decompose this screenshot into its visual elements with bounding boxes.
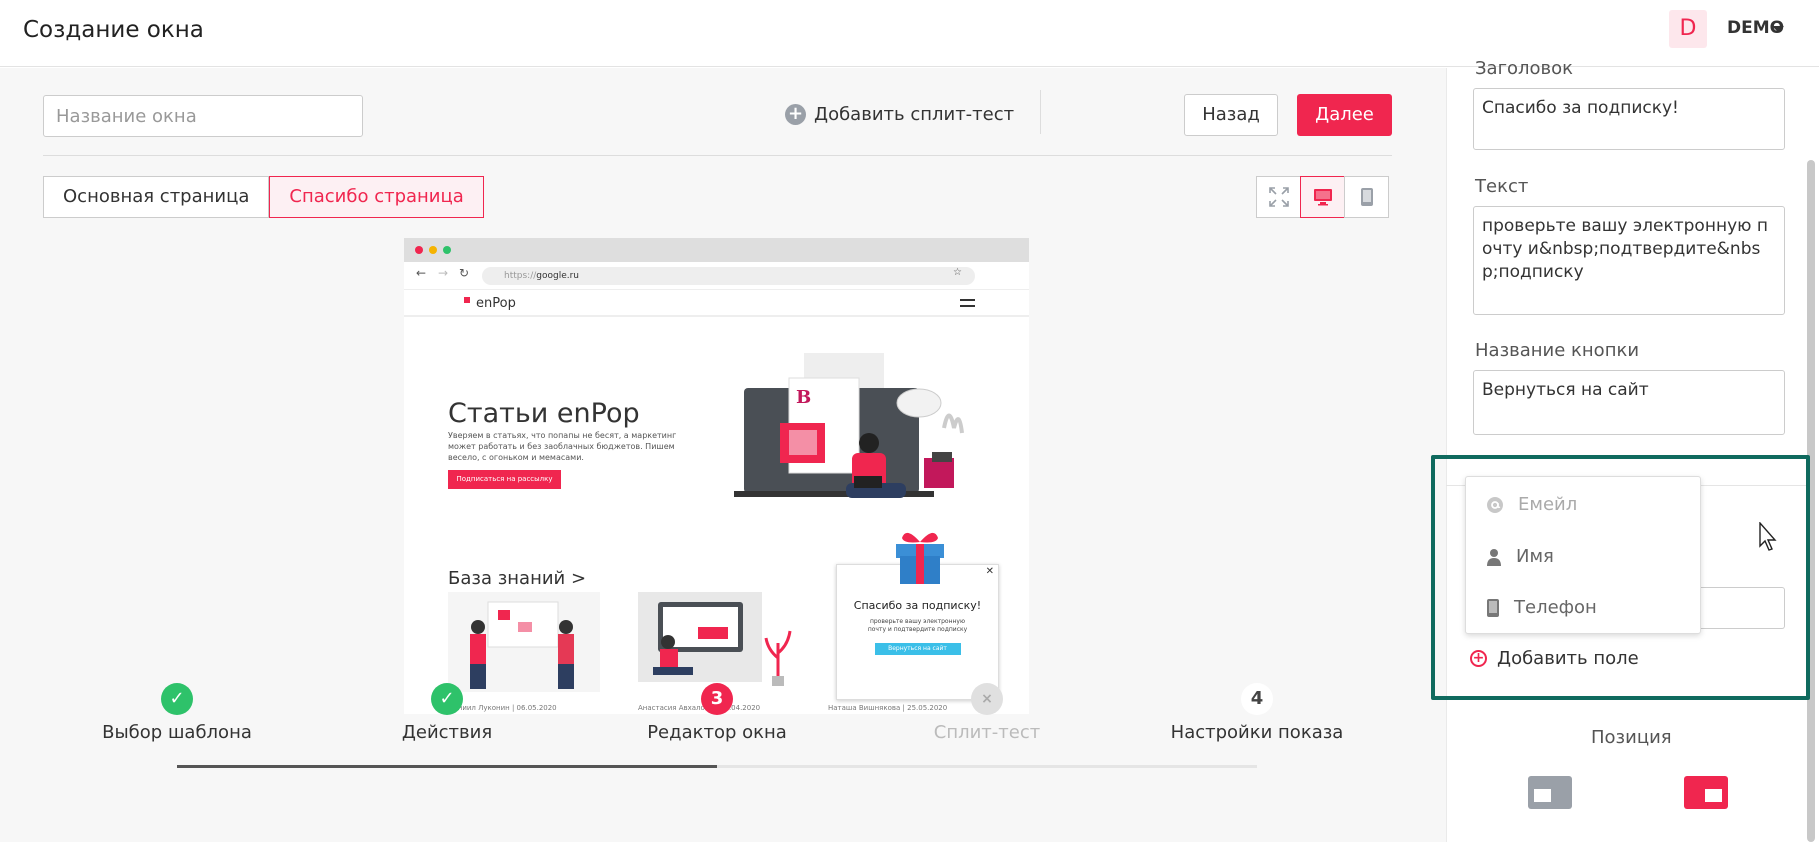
browser-address-bar: ← → ↻ https://google.ru ☆ xyxy=(404,262,1029,290)
laptop-illustration: B xyxy=(734,353,964,498)
plant-illustration xyxy=(764,630,792,686)
step-5-number: 4 xyxy=(1241,683,1273,715)
add-field-button[interactable]: + Добавить поле xyxy=(1470,648,1639,669)
phone-icon xyxy=(1487,598,1499,617)
add-field-label: Добавить поле xyxy=(1497,648,1639,669)
step-1-label[interactable]: Выбор шаблона xyxy=(102,722,252,743)
browser-chrome xyxy=(404,238,1029,262)
arrow-left-icon: ← xyxy=(416,266,427,280)
step-1-done-icon: ✓ xyxy=(161,683,193,715)
url-prefix: https:// xyxy=(504,271,537,281)
position-label: Позиция xyxy=(1591,727,1672,748)
tab-main-page[interactable]: Основная страница xyxy=(43,176,270,218)
popup-text: проверьте вашу электронную почту и подтв… xyxy=(867,618,968,633)
plus-circle-icon: + xyxy=(1470,650,1487,667)
close-icon[interactable]: ✕ xyxy=(986,566,994,577)
knowledge-base-title: База знаний > xyxy=(448,568,587,589)
plus-icon: + xyxy=(785,104,806,125)
dropdown-item-label: Емейл xyxy=(1518,494,1578,515)
button-name-label: Название кнопки xyxy=(1475,340,1640,361)
popup-button: Вернуться на сайт xyxy=(874,643,961,655)
person-icon xyxy=(1487,548,1501,566)
step-2-done-icon: ✓ xyxy=(431,683,463,715)
avatar[interactable]: D xyxy=(1669,10,1707,48)
hero-description: Уверяем в статьях, что попапы не бесят, … xyxy=(448,431,677,462)
mouse-cursor-icon xyxy=(1759,522,1777,551)
step-3-number: 3 xyxy=(701,683,733,715)
divider xyxy=(43,155,1392,156)
step-2-label[interactable]: Действия xyxy=(402,722,492,743)
card-meta: Анастасия Авхалова | 07.04.2020 xyxy=(638,704,761,712)
heading-label: Заголовок xyxy=(1475,58,1574,79)
dropdown-item-label: Телефон xyxy=(1514,597,1597,618)
position-right-button[interactable] xyxy=(1684,776,1728,809)
position-right-icon xyxy=(1705,789,1722,802)
card-image xyxy=(638,592,762,682)
dropdown-item-phone[interactable]: Телефон xyxy=(1486,597,1597,618)
back-button[interactable]: Назад xyxy=(1184,94,1278,136)
fullscreen-icon xyxy=(1268,187,1289,207)
dropdown-item-label: Имя xyxy=(1516,546,1554,567)
popup-title: Спасибо за подписку! xyxy=(853,599,982,612)
step-4-disabled-icon: × xyxy=(971,683,1003,715)
heading-input[interactable]: Спасибо за подписку! xyxy=(1473,88,1785,150)
step-3-label[interactable]: Редактор окна xyxy=(647,722,787,743)
desktop-view-button[interactable] xyxy=(1300,176,1345,218)
text-input[interactable]: проверьте вашу электронную почту и&nbsp;… xyxy=(1473,206,1785,315)
menu-icon xyxy=(960,299,975,307)
hero-button: Подписаться на рассылку xyxy=(448,470,561,489)
steps-progress-done xyxy=(177,765,717,768)
chevron-down-icon[interactable] xyxy=(1772,26,1784,32)
window-preview: ← → ↻ https://google.ru ☆ enPop Статьи e… xyxy=(404,238,1029,714)
dot-icon xyxy=(443,246,451,254)
preview-url: https://google.ru xyxy=(482,267,975,285)
mobile-icon xyxy=(1360,188,1373,206)
arrow-right-icon: → xyxy=(438,266,449,280)
window-name-input[interactable] xyxy=(43,95,363,137)
fullscreen-button[interactable] xyxy=(1256,176,1301,218)
tab-thanks-page[interactable]: Спасибо страница xyxy=(269,176,484,218)
add-split-test-button[interactable]: + Добавить сплит-тест xyxy=(785,104,1014,125)
step-4-label: Сплит-тест xyxy=(933,722,1041,743)
dropdown-item-name[interactable]: Имя xyxy=(1486,546,1554,567)
button-name-input[interactable]: Вернуться на сайт xyxy=(1473,370,1785,435)
divider xyxy=(1040,90,1041,134)
gift-icon xyxy=(896,532,944,584)
star-icon: ☆ xyxy=(953,267,962,278)
field-type-dropdown[interactable]: Емейл Имя Телефон xyxy=(1465,476,1701,634)
card-meta: Наташа Вишнякова | 25.05.2020 xyxy=(828,704,948,712)
page-tabs: Основная страница Спасибо страница xyxy=(43,176,484,218)
page-title: Создание окна xyxy=(23,17,204,43)
next-button[interactable]: Далее xyxy=(1297,94,1392,136)
dropdown-item-email: Емейл xyxy=(1486,494,1577,515)
refresh-icon: ↻ xyxy=(459,266,470,280)
hero-title: Статьи enPop xyxy=(448,398,640,429)
step-5-label[interactable]: Настройки показа xyxy=(1171,722,1344,743)
add-split-test-label: Добавить сплит-тест xyxy=(814,104,1015,125)
card-meta: Даниил Луконин | 06.05.2020 xyxy=(448,704,557,712)
dot-icon xyxy=(429,246,437,254)
text-label: Текст xyxy=(1475,176,1529,197)
dot-icon xyxy=(415,246,423,254)
desktop-icon xyxy=(1313,189,1332,206)
svg-text:B: B xyxy=(796,387,811,408)
view-mode-switch xyxy=(1256,176,1389,218)
at-icon xyxy=(1487,496,1503,513)
site-header: enPop xyxy=(404,290,1029,317)
mobile-view-button[interactable] xyxy=(1344,176,1389,218)
steps-progress-todo xyxy=(717,765,1257,768)
top-bar: Создание окна D DEMO xyxy=(0,0,1819,67)
card-image xyxy=(448,592,600,692)
site-logo: enPop xyxy=(476,296,516,311)
url-host: google.ru xyxy=(536,271,580,281)
position-left-icon xyxy=(1534,789,1551,802)
position-left-button[interactable] xyxy=(1528,776,1572,809)
logo-mark-icon xyxy=(464,297,470,303)
